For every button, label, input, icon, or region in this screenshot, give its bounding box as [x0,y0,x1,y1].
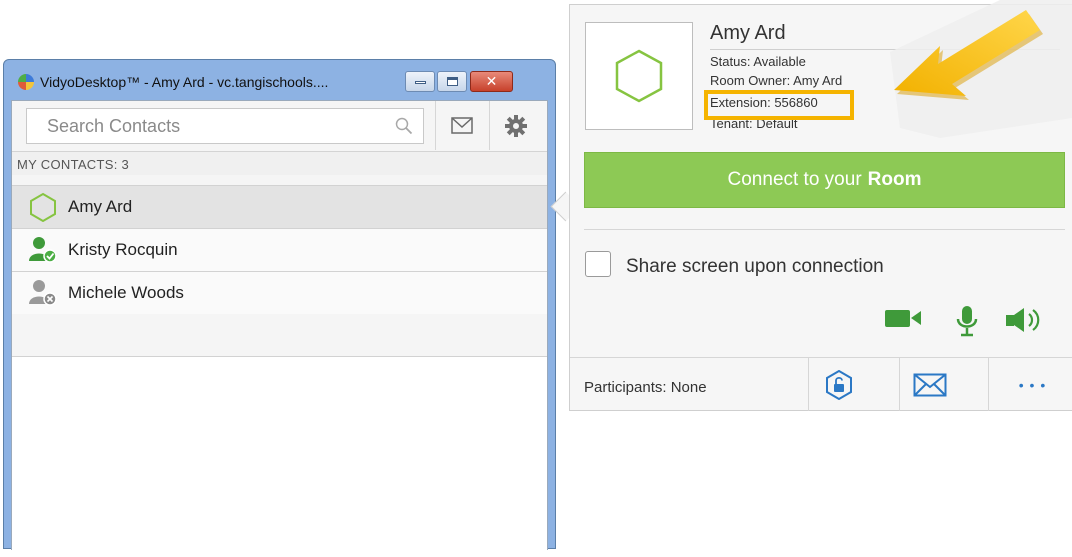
user-available-icon [28,235,58,265]
connect-label-bold: Room [867,169,922,190]
contact-name: Michele Woods [68,283,184,302]
contact-name: Kristy Rocquin [68,240,178,259]
connect-to-room-button[interactable]: Connect to your Room [584,152,1065,208]
minimize-icon [415,81,426,84]
contact-item-michele-woods[interactable]: Michele Woods [12,271,547,314]
email-invite-button[interactable] [899,358,959,411]
message-button[interactable] [435,101,487,150]
window-title: VidyoDesktop™ - Amy Ard - vc.tangischool… [40,74,329,90]
connect-label: Connect to your [727,169,862,190]
envelope-icon [913,373,946,396]
contact-name: Amy Ard [68,197,133,216]
room-owner-text: Room Owner: Amy Ard [710,73,843,88]
room-lock-button[interactable] [808,358,868,411]
share-screen-label: Share screen upon connection [626,256,884,277]
contact-name-heading: Amy Ard [710,22,786,44]
microphone-icon[interactable] [955,305,979,337]
vidyo-app-icon [18,74,34,90]
close-button[interactable]: ✕ [470,71,513,92]
media-controls [884,305,1064,337]
envelope-icon [450,117,473,134]
contact-details-panel: Amy Ard Status: Available Room Owner: Am… [569,4,1072,411]
status-text: Status: Available [710,54,806,69]
panel-footer: Participants: None • • • [570,357,1072,411]
user-offline-icon [28,278,58,308]
settings-button[interactable] [489,101,541,150]
maximize-icon [447,77,458,86]
extension-highlight-box [704,90,854,120]
participants-text: Participants: None [584,379,707,396]
hexagon-room-icon [28,192,58,223]
name-divider [710,49,1060,50]
close-icon: ✕ [485,73,498,89]
divider [584,229,1065,230]
gear-icon [504,114,527,137]
avatar [585,22,693,130]
contact-item-amy-ard[interactable]: Amy Ard [12,185,547,228]
contacts-header: MY CONTACTS: 3 [12,151,547,175]
search-icon[interactable] [395,117,413,135]
maximize-button[interactable] [437,71,467,92]
search-input[interactable] [27,109,423,143]
title-bar[interactable]: VidyoDesktop™ - Amy Ard - vc.tangischool… [4,60,555,100]
more-icon: • • • [1018,376,1047,393]
contact-item-kristy-rocquin[interactable]: Kristy Rocquin [12,228,547,271]
hexagon-room-icon [615,49,663,103]
unlock-icon [825,369,852,400]
contacts-window: VidyoDesktop™ - Amy Ard - vc.tangischool… [3,59,556,557]
speaker-icon[interactable] [1005,305,1045,335]
contacts-empty-area [12,356,547,557]
search-box [26,108,424,144]
camera-icon[interactable] [884,305,924,331]
share-screen-checkbox[interactable] [585,251,611,277]
contacts-body: MY CONTACTS: 3 Amy Ard Kristy Rocquin [11,100,548,557]
more-options-button[interactable]: • • • [988,358,1072,411]
minimize-button[interactable] [405,71,435,92]
